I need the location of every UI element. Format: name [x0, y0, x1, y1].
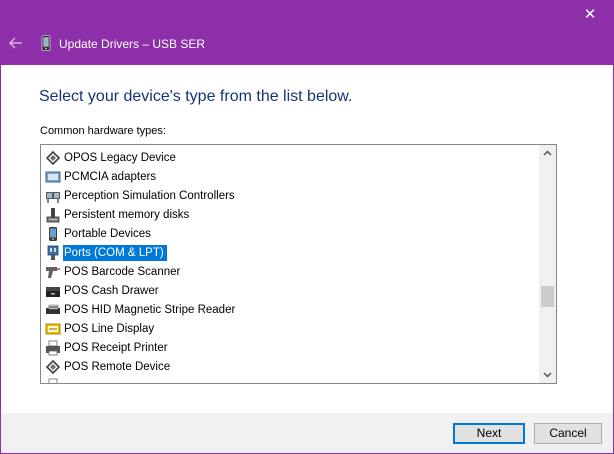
list-item-label: POS Cash Drawer: [64, 284, 159, 297]
list-item-label: POS Remote Device: [64, 360, 171, 373]
list-item-pos-receipt-printer[interactable]: POS Receipt Printer: [45, 338, 171, 357]
list-item-label: Portable Devices: [64, 227, 151, 240]
list-item-label: Ports (COM & LPT): [63, 244, 167, 261]
receipt-printer-icon: [46, 340, 60, 355]
window-title: Update Drivers – USB SER: [59, 37, 206, 51]
barcode-scanner-icon: [46, 266, 60, 278]
printer-icon: [48, 378, 58, 383]
perception-controller-icon: [46, 191, 60, 203]
update-drivers-window: ✕ Update Drivers – USB SER Select your d…: [0, 0, 614, 454]
memory-disk-icon: [46, 207, 60, 222]
phone-device-icon: [41, 35, 51, 51]
chevron-up-icon: [543, 150, 552, 156]
list-item-pos-line-display[interactable]: POS Line Display: [45, 319, 157, 338]
scroll-up-button[interactable]: [539, 145, 556, 162]
list-items-container: OPOS Legacy Device PCMCIA adapters Perce…: [41, 145, 537, 383]
list-item-label: PCMCIA adapters: [64, 170, 157, 183]
page-heading: Select your device's type from the list …: [39, 88, 353, 105]
opos-legacy-icon: [45, 150, 61, 165]
list-item-label: POS Receipt Printer: [64, 341, 168, 354]
list-item-opos-legacy-device[interactable]: OPOS Legacy Device: [45, 148, 179, 167]
back-arrow-icon: [9, 37, 22, 49]
list-item-label: Persistent memory disks: [64, 208, 190, 221]
next-button[interactable]: Next: [453, 423, 525, 444]
list-item-pos-hid-magnetic-stripe-reader[interactable]: POS HID Magnetic Stripe Reader: [45, 300, 238, 319]
list-item-pcmcia-adapters[interactable]: PCMCIA adapters: [45, 167, 159, 186]
remote-device-icon: [45, 359, 61, 374]
list-item-printers[interactable]: [45, 376, 67, 383]
close-button[interactable]: ✕: [579, 4, 601, 26]
back-button[interactable]: [7, 34, 25, 52]
list-item-label: POS HID Magnetic Stripe Reader: [64, 303, 236, 316]
list-item-ports-com-lpt[interactable]: Ports (COM & LPT): [45, 243, 167, 262]
list-item-portable-devices[interactable]: Portable Devices: [45, 224, 154, 243]
cash-drawer-icon: [46, 286, 60, 297]
port-icon: [47, 245, 59, 260]
list-item-label: POS Line Display: [64, 322, 155, 335]
list-item-pos-cash-drawer[interactable]: POS Cash Drawer: [45, 281, 162, 300]
chevron-down-icon: [543, 372, 552, 378]
pcmcia-icon: [45, 171, 61, 182]
list-item-pos-remote-device[interactable]: POS Remote Device: [45, 357, 173, 376]
stripe-reader-icon: [46, 304, 60, 314]
title-bar: ✕ Update Drivers – USB SER: [1, 0, 613, 65]
list-item-perception-simulation-controllers[interactable]: Perception Simulation Controllers: [45, 186, 238, 205]
list-item-persistent-memory-disks[interactable]: Persistent memory disks: [45, 205, 192, 224]
dialog-footer: Next Cancel: [1, 413, 613, 453]
list-item-label: OPOS Legacy Device: [64, 151, 176, 164]
scroll-down-button[interactable]: [539, 366, 556, 383]
vertical-scrollbar[interactable]: [539, 145, 556, 383]
list-item-pos-barcode-scanner[interactable]: POS Barcode Scanner: [45, 262, 183, 281]
scroll-thumb[interactable]: [541, 286, 554, 307]
line-display-icon: [45, 323, 61, 334]
list-item-label: POS Barcode Scanner: [64, 265, 181, 278]
hardware-types-list[interactable]: OPOS Legacy Device PCMCIA adapters Perce…: [40, 144, 557, 384]
portable-device-icon: [49, 226, 57, 241]
list-label: Common hardware types:: [40, 125, 166, 137]
cancel-button[interactable]: Cancel: [534, 423, 602, 444]
close-icon: ✕: [583, 6, 597, 23]
list-item-label: Perception Simulation Controllers: [64, 189, 235, 202]
